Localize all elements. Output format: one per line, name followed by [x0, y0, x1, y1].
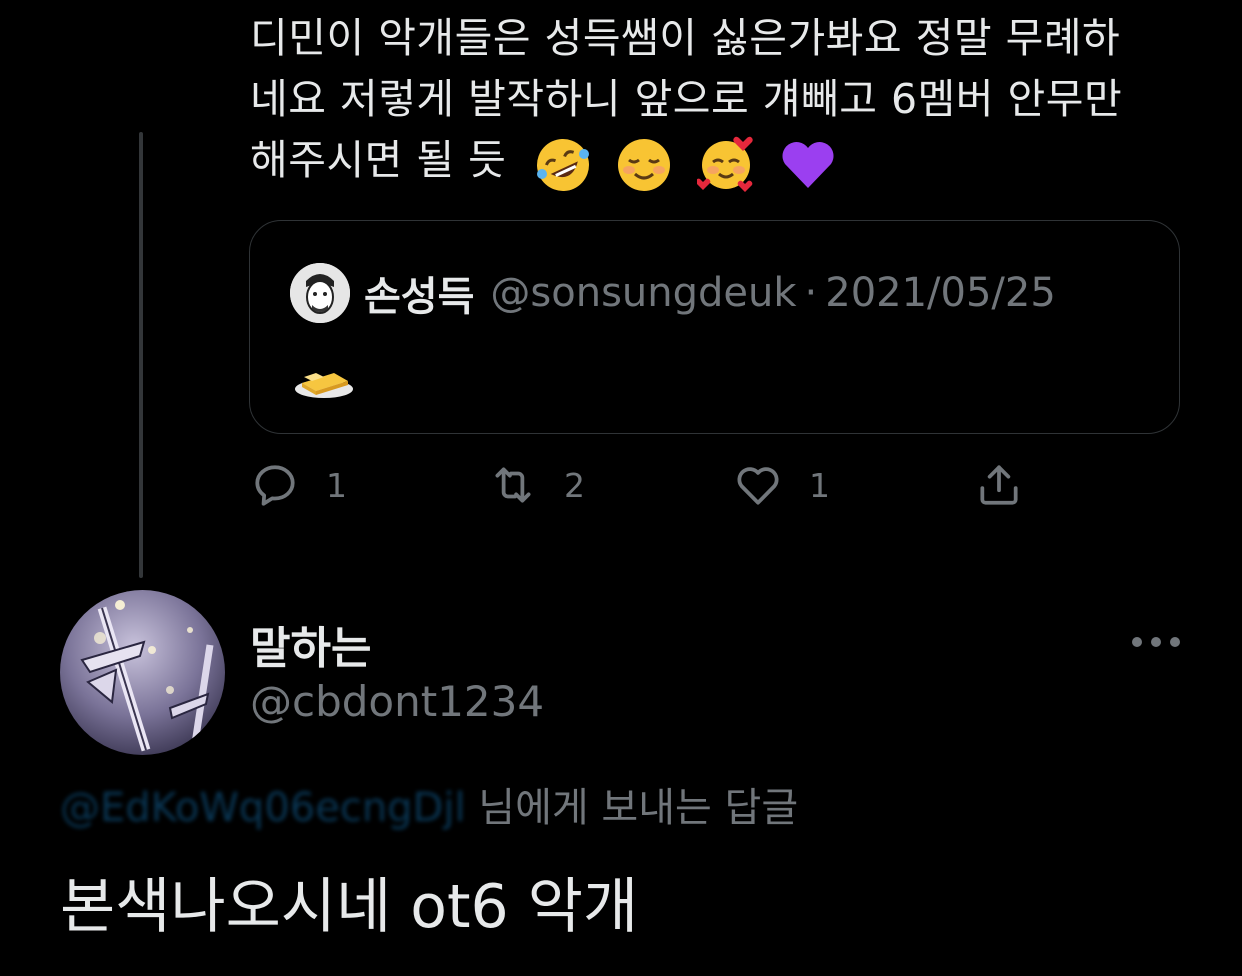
replying-to-suffix: 님에게 보내는 답글: [465, 785, 799, 831]
quoted-author-handle: @sonsungdeuk: [490, 270, 797, 316]
quoted-author-avatar: [290, 263, 350, 323]
reply-author-name[interactable]: 말하는: [250, 612, 371, 676]
tweet-action-bar: 1 2 1: [250, 460, 1150, 520]
rofl-emoji: [536, 139, 589, 191]
reply-author-handle[interactable]: @cbdont1234: [250, 677, 544, 726]
thread-connector-line: [139, 132, 143, 578]
tweet-text-line-2: 네요 저렇게 발작하니 앞으로 걔빼고 6멤버 안무만: [250, 75, 1123, 123]
cartoon-face-avatar-image: [290, 263, 350, 323]
retweet-icon: [495, 467, 531, 503]
more-dot-icon: [1170, 637, 1180, 647]
reply-icon: [255, 465, 295, 506]
quoted-tweet-date[interactable]: 2021/05/25: [825, 270, 1056, 316]
share-icon: [980, 465, 1018, 505]
emoji-row: [534, 132, 847, 194]
quoted-tweet-header: 손성득 @sonsungdeuk · 2021/05/25: [290, 263, 1056, 323]
tweet-text-line-3: 해주시면 될 듯: [250, 130, 1190, 194]
smiling-hearts-emoji: [697, 136, 753, 192]
tweet-text: 디민이 악개들은 성득쌤이 싫은가봐요 정말 무례하 네요 저렇게 발작하니 앞…: [250, 8, 1190, 194]
tweet-text-line-3-text: 해주시면 될 듯: [250, 136, 507, 184]
like-button[interactable]: 1: [733, 460, 830, 510]
replying-to-line: @EdKoWq06ecngDjl 님에게 보내는 답글: [60, 775, 798, 833]
quoted-author-name: 손성득: [364, 274, 475, 320]
quoted-tweet-body: [294, 361, 356, 405]
replying-to-mention[interactable]: @EdKoWq06ecngDjl: [60, 785, 466, 831]
more-dot-icon: [1132, 637, 1142, 647]
quoted-tweet-card[interactable]: 손성득 @sonsungdeuk · 2021/05/25: [249, 220, 1180, 434]
reply-author-avatar[interactable]: [60, 590, 225, 755]
retweet-count: 2: [564, 465, 585, 505]
purple-heart-emoji: [782, 141, 834, 188]
dot-separator: ·: [804, 270, 818, 316]
reply-tweet-text: 본색나오시네 ot6 악개: [60, 872, 639, 942]
tweet-text-line-1: 디민이 악개들은 성득쌤이 싫은가봐요 정말 무례하: [250, 14, 1121, 62]
more-dot-icon: [1151, 637, 1161, 647]
smiling-face-emoji: [618, 139, 671, 191]
like-count: 1: [809, 465, 830, 505]
like-icon: [737, 467, 779, 505]
swords-artwork-avatar-image: [60, 590, 225, 755]
reply-button[interactable]: 1: [250, 460, 347, 510]
more-options-button[interactable]: [1132, 630, 1180, 654]
reply-count: 1: [326, 465, 347, 505]
butter-emoji: [295, 373, 353, 398]
share-button[interactable]: [974, 460, 1050, 510]
retweet-button[interactable]: 2: [488, 460, 585, 510]
